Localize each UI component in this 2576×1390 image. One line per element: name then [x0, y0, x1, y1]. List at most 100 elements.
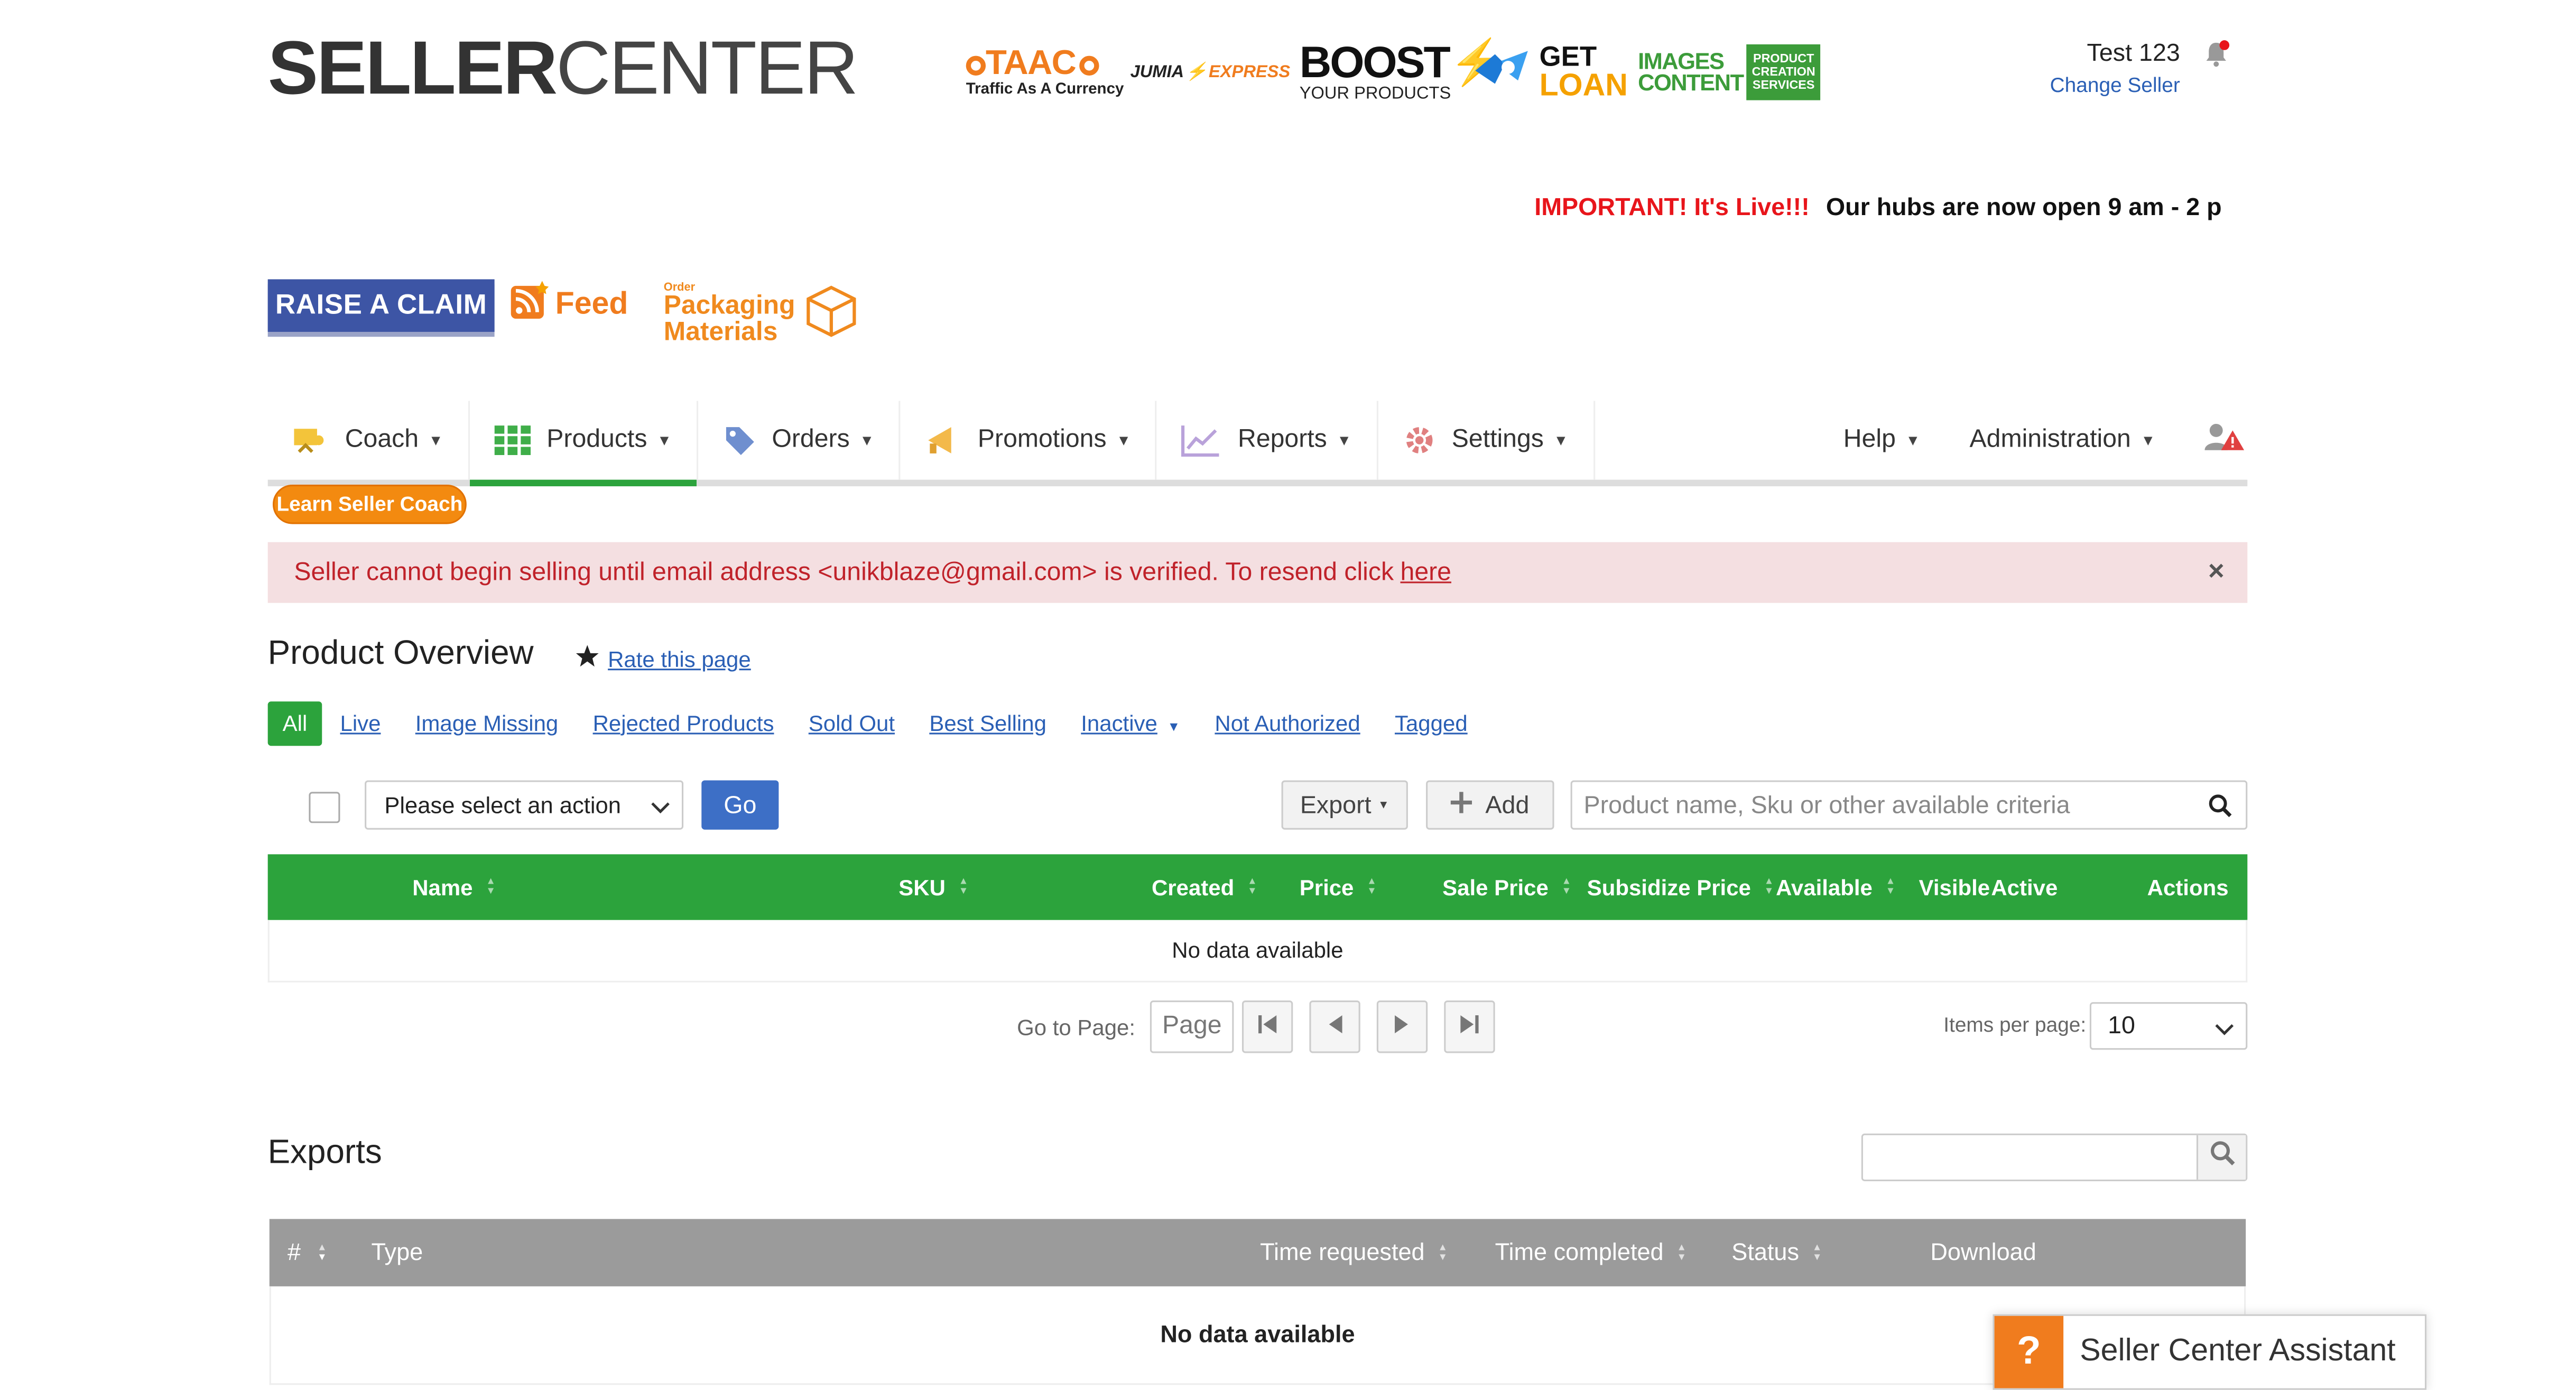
sort-icon: ▲ ▼ [1885, 877, 1896, 897]
col-type: Type [371, 1239, 423, 1266]
logo-bold: SELLER [267, 24, 558, 110]
first-page-button[interactable] [1242, 1000, 1293, 1053]
next-page-button[interactable] [1377, 1000, 1428, 1053]
tab-not-authorized[interactable]: Not Authorized [1215, 710, 1360, 735]
rate-page[interactable]: Rate this page [575, 644, 751, 673]
tab-all[interactable]: All [267, 700, 322, 745]
last-page-button[interactable] [1444, 1000, 1495, 1053]
caret-down-icon: ▼ [1337, 432, 1352, 449]
tab-image-missing[interactable]: Image Missing [415, 710, 559, 735]
feed-button[interactable]: Feed [509, 281, 628, 329]
col-subsidize-price[interactable]: Subsidize Price ▲ ▼ [1587, 854, 1774, 920]
col-name[interactable]: Name ▲ ▼ [412, 854, 496, 920]
tab-rejected-products[interactable]: Rejected Products [593, 710, 774, 735]
feed-label: Feed [555, 287, 628, 322]
ticker-important: IMPORTANT! It's Live!!! [1534, 193, 1810, 222]
col-name-label: Name [412, 875, 473, 900]
col-available[interactable]: Available ▲ ▼ [1776, 854, 1895, 920]
nav-help[interactable]: Help ▼ [1819, 401, 1945, 479]
exports-search-button[interactable] [2196, 1135, 2246, 1180]
nav-settings[interactable]: Settings ▼ [1378, 401, 1595, 480]
gear-icon [1403, 424, 1435, 457]
exports-table-header: # ▲ ▼ Type Time requested ▲ ▼ Time completed… [269, 1219, 2246, 1286]
caret-down-icon: ▼ [1378, 799, 1389, 811]
learn-seller-coach-button[interactable]: Learn Seller Coach [272, 484, 467, 524]
export-button[interactable]: Export ▼ [1281, 780, 1408, 830]
get-loan-banner[interactable]: GET LOAN [1472, 40, 1628, 105]
boost-title: BOOST [1299, 38, 1451, 88]
col-number-label: # [287, 1239, 301, 1266]
caret-down-icon: ▼ [428, 432, 443, 449]
grid-icon [494, 425, 531, 456]
nav-products-label: Products [546, 425, 647, 453]
main-nav: Coach ▼ Products ▼ Orders ▼ Promotions ▼ Rep… [267, 401, 2248, 487]
packaging-materials-button[interactable]: Order Packaging Materials [664, 279, 859, 348]
page-input[interactable]: Page [1150, 1000, 1234, 1053]
taac-banner[interactable]: TAAC Traffic As A Currency [966, 40, 1124, 105]
last-page-icon [1459, 1014, 1480, 1040]
go-button[interactable]: Go [701, 780, 779, 830]
nav-administration-label: Administration [1969, 425, 2131, 453]
exports-search-input[interactable] [1861, 1133, 2248, 1181]
add-product-button[interactable]: Add [1426, 780, 1554, 830]
raise-claim-button[interactable]: RAISE A CLAIM [267, 279, 495, 332]
products-table-header: Name ▲ ▼ SKU ▲ ▼ Created ▲ ▼ Price ▲ ▼ Sale Pric… [267, 854, 2248, 920]
col-price[interactable]: Price ▲ ▼ [1300, 854, 1377, 920]
megaphone-icon [925, 424, 961, 457]
tab-sold-out[interactable]: Sold Out [809, 710, 895, 735]
seller-center-assistant-button[interactable]: ? Seller Center Assistant [1993, 1314, 2427, 1390]
col-created[interactable]: Created ▲ ▼ [1152, 854, 1257, 920]
select-all-checkbox[interactable] [309, 792, 340, 823]
exports-empty-row: No data available [269, 1286, 2246, 1385]
change-seller-link[interactable]: Change Seller [2050, 74, 2180, 97]
help-icon: ? [1994, 1315, 2064, 1388]
col-available-label: Available [1776, 875, 1873, 900]
prev-page-button[interactable] [1309, 1000, 1360, 1053]
express-word: EXPRESS [1209, 62, 1291, 82]
tab-live[interactable]: Live [340, 710, 381, 735]
caret-down-icon: ▼ [657, 432, 672, 449]
pagination: Go to Page: Page [1017, 1000, 1495, 1053]
col-time-requested[interactable]: Time requested ▲ ▼ [1260, 1219, 1448, 1286]
search-icon[interactable] [2208, 793, 2233, 824]
sort-icon: ▲ ▼ [1438, 1243, 1448, 1263]
email-verification-alert: Seller cannot begin selling until email … [267, 542, 2248, 603]
product-search-input[interactable]: Product name, Sku or other available cri… [1570, 780, 2248, 830]
col-number[interactable]: # ▲ ▼ [288, 1219, 327, 1286]
export-label: Export [1300, 791, 1372, 819]
sort-icon: ▲ ▼ [958, 877, 969, 897]
chevron-down-icon [2214, 1017, 2234, 1045]
bell-icon[interactable] [2201, 40, 2230, 67]
col-status[interactable]: Status ▲ ▼ [1731, 1219, 1822, 1286]
nav-administration[interactable]: Administration ▼ [1945, 401, 2180, 479]
tab-inactive[interactable]: Inactive ▼ [1081, 710, 1180, 735]
sort-icon: ▲ ▼ [1676, 1243, 1687, 1263]
tab-best-selling[interactable]: Best Selling [929, 710, 1046, 735]
items-per-page-select[interactable]: 10 [2089, 1002, 2248, 1050]
images-content-banner[interactable]: IMAGES CONTENT PRODUCT CREATION SERVICES [1638, 40, 1821, 105]
col-sale-price[interactable]: Sale Price ▲ ▼ [1442, 854, 1571, 920]
products-empty-row: No data available [267, 920, 2248, 983]
nav-coach[interactable]: Coach ▼ [268, 401, 470, 480]
nav-products[interactable]: Products ▼ [469, 401, 698, 487]
col-time-completed[interactable]: Time completed ▲ ▼ [1495, 1219, 1687, 1286]
nav-promotions[interactable]: Promotions ▼ [901, 401, 1157, 480]
sort-icon: ▲ ▼ [1367, 877, 1377, 897]
assistant-label: Seller Center Assistant [2080, 1334, 2396, 1369]
nav-orders[interactable]: Orders ▼ [698, 401, 901, 480]
close-icon[interactable]: × [2208, 555, 2225, 588]
caret-down-icon: ▼ [2141, 432, 2156, 449]
user-warning-button[interactable] [2180, 401, 2247, 479]
col-time-completed-label: Time completed [1495, 1239, 1664, 1266]
nav-reports[interactable]: Reports ▼ [1157, 401, 1378, 480]
rate-page-link[interactable]: Rate this page [608, 646, 751, 671]
bulk-action-select[interactable]: Please select an action [365, 780, 684, 830]
tab-tagged[interactable]: Tagged [1395, 710, 1468, 735]
search-icon [2209, 1140, 2235, 1174]
caret-down-icon: ▼ [1167, 718, 1181, 734]
col-sku[interactable]: SKU ▲ ▼ [898, 854, 968, 920]
user-menu[interactable]: Test 123 Change Seller [2050, 40, 2180, 97]
jumia-express-banner[interactable]: JUMIA ⚡ EXPRESS [1131, 40, 1291, 105]
resend-link[interactable]: here [1401, 558, 1451, 587]
star-icon [575, 644, 600, 673]
